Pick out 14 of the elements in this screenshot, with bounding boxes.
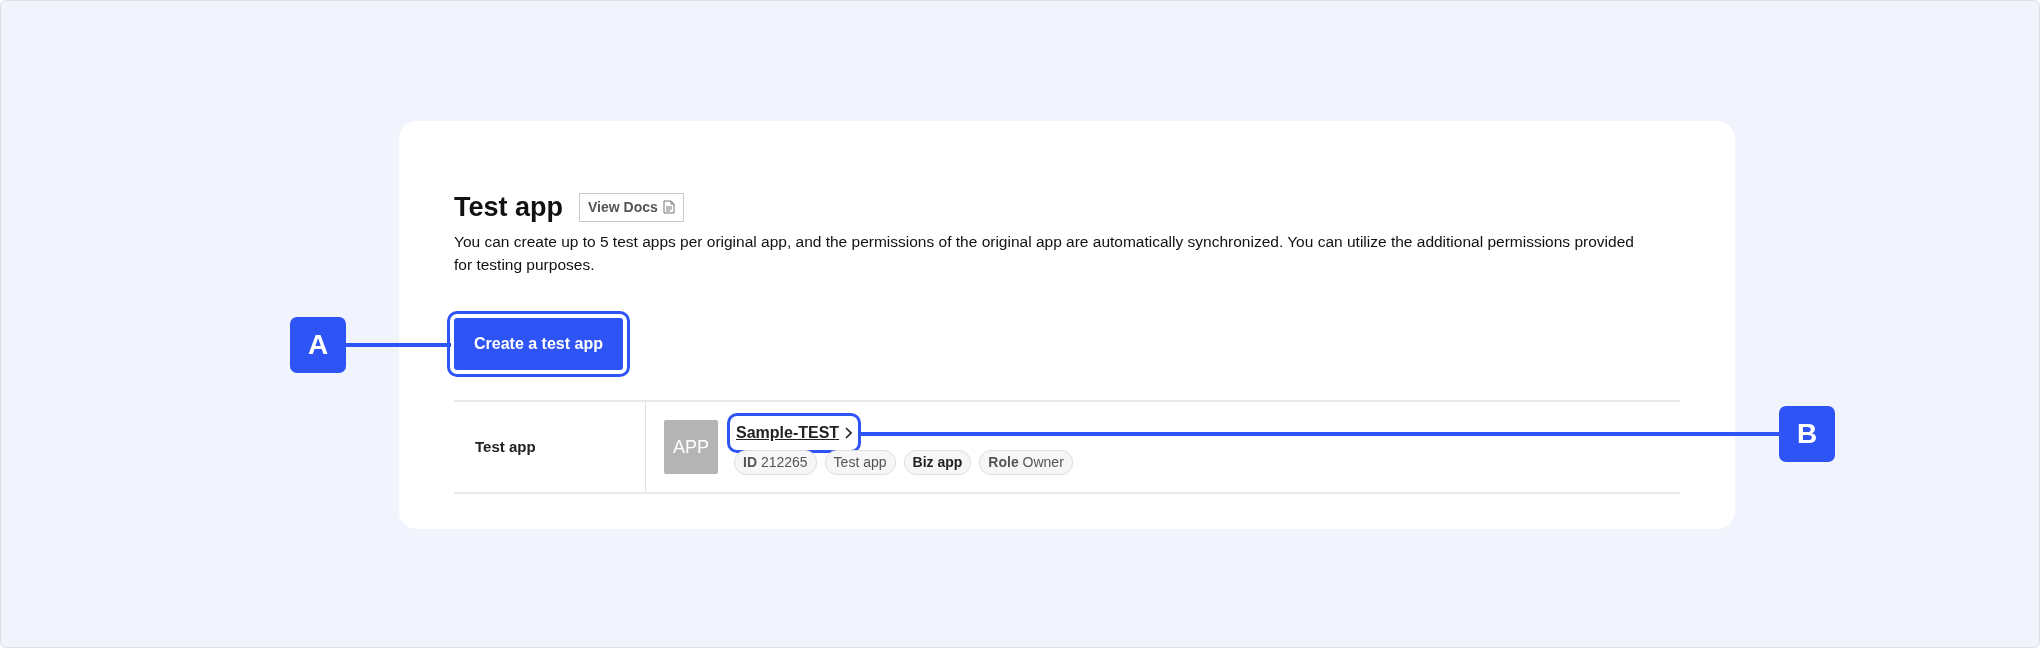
row-label: Test app	[454, 402, 646, 493]
view-docs-button[interactable]: View Docs	[579, 192, 684, 222]
chevron-right-icon	[844, 426, 853, 439]
section-title: Test app	[454, 191, 563, 224]
app-icon: APP	[664, 420, 718, 475]
callout-marker: B	[1779, 405, 1835, 462]
app-tag: Test app	[824, 449, 896, 475]
document-icon	[662, 200, 675, 215]
app-tag: ID 212265	[734, 449, 817, 475]
app-tag: Role Owner	[979, 449, 1073, 475]
description: You can create up to 5 test apps per original app, and the permissions of the original app are automatically synchronized. You can utilize the additional permissions provided for testing purposes.	[454, 232, 1635, 275]
app-tag: Biz app	[903, 449, 972, 475]
callout-marker: A	[290, 317, 346, 374]
app-name-link[interactable]: Sample-TEST	[734, 419, 855, 446]
